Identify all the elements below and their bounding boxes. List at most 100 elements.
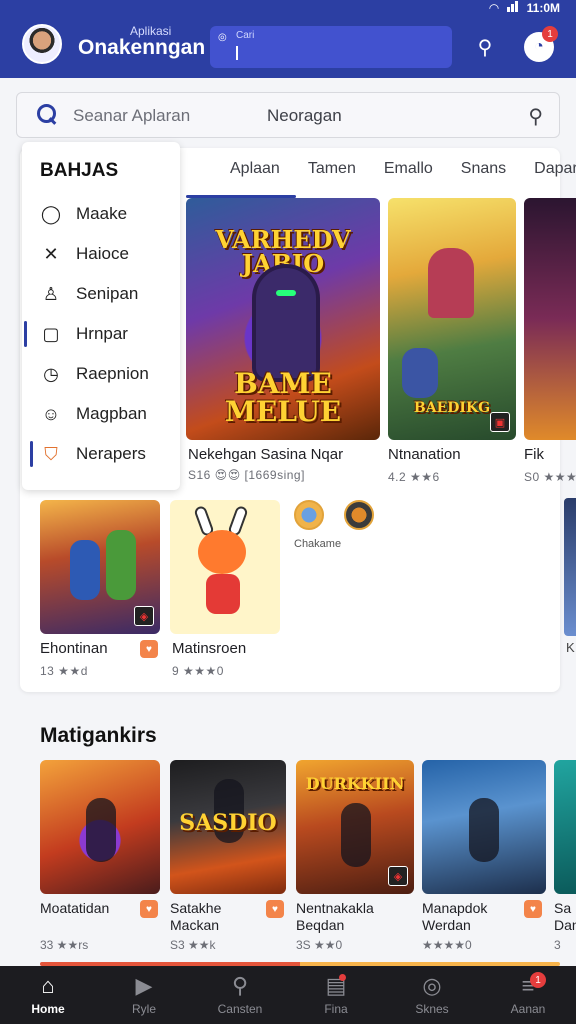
bell-icon: ◔	[534, 38, 544, 55]
nav-fina[interactable]: ▤ Fina	[288, 966, 384, 1024]
notification-badge: 1	[542, 26, 558, 42]
shield-icon: ⛉	[44, 443, 58, 464]
art-character	[402, 348, 438, 398]
wifi-icon: ◠	[489, 1, 499, 15]
signal-icon	[506, 1, 519, 15]
puzzle-icon: ✕	[43, 243, 59, 264]
nav-cansten[interactable]: ⚲ Cansten	[192, 966, 288, 1024]
app-header: ◠ 11:0M Aplikasi Onakenngan ◎ Cari ⚲ ◔ 1	[0, 0, 576, 78]
game-meta: 4.2 ★★6	[388, 470, 440, 484]
heart-icon[interactable]: ♥	[524, 900, 542, 918]
header-search-box[interactable]: ◎ Cari	[210, 26, 452, 68]
bottom-navigation: ⌂ Home ▶ Ryle ⚲ Cansten ▤ Fina ◎ Sknes 1…	[0, 966, 576, 1024]
heart-icon[interactable]: ♥	[266, 900, 284, 918]
main-search-bar[interactable]: Seanar Aplaran Neoragan ⚲	[16, 92, 560, 138]
featured-game-art[interactable]	[524, 198, 576, 440]
search-secondary-text: Neoragan	[267, 106, 342, 125]
notification-dot	[339, 974, 346, 981]
menu-item-raepnion[interactable]: ◷ Raepnion	[22, 358, 180, 390]
nav-label: Cansten	[217, 1002, 263, 1016]
app-art[interactable]	[554, 760, 576, 894]
nav-label: Sknes	[415, 1002, 449, 1016]
menu-item-label: Hrnpar	[76, 324, 128, 343]
art-character	[85, 797, 116, 862]
tab-emallo[interactable]: Emallo	[384, 160, 433, 200]
tab-aplaan[interactable]: Aplaan	[230, 160, 280, 200]
header-title: Onakenngan	[78, 36, 206, 59]
app-badge-icon: ▣	[490, 412, 510, 432]
art-text: SASDIO	[179, 810, 277, 836]
app-meta: 3	[554, 938, 561, 952]
notification-icon[interactable]: ◔ 1	[524, 26, 558, 62]
app-art[interactable]	[422, 760, 546, 894]
voice-search-icon[interactable]: ⚲	[528, 104, 543, 129]
nav-home[interactable]: ⌂ Home	[0, 966, 96, 1024]
art-character-eyes	[276, 290, 296, 296]
tab-dapar[interactable]: Dapar	[534, 160, 576, 200]
app-art[interactable]	[40, 760, 160, 894]
app-title[interactable]: Moatatidan	[40, 900, 140, 917]
app-art[interactable]	[564, 498, 576, 636]
app-art[interactable]: SASDIO	[170, 760, 286, 894]
app-badge-icon: ◈	[134, 606, 154, 626]
menu-item-label: Maake	[76, 204, 128, 223]
search-icon	[35, 102, 57, 124]
menu-item-label: Haioce	[76, 244, 129, 263]
featured-game-art[interactable]: BAEDIKG ▣	[388, 198, 516, 440]
app-meta: 9 ★★★0	[172, 664, 224, 678]
search-icon: ⚲	[231, 973, 249, 998]
nav-label: Aanan	[510, 1002, 546, 1016]
side-menu: BAHJAS ◯ Maake ✕ Haioce ♙ Senipan ▢ Hrnp…	[22, 142, 180, 490]
menu-title: BAHJAS	[40, 160, 119, 181]
menu-item-nerapers[interactable]: ⛉ Nerapers	[22, 438, 180, 470]
heart-icon[interactable]: ♥	[140, 900, 158, 918]
app-title[interactable]: Ehontinan	[40, 640, 108, 657]
nav-label: Home	[31, 1002, 65, 1016]
menu-item-senipan[interactable]: ♙ Senipan	[22, 278, 180, 310]
art-character	[206, 574, 240, 614]
featured-game-art[interactable]: VARHEDV JABIO BAME MELUE	[186, 198, 380, 440]
app-title: K	[566, 640, 575, 655]
nav-label: Ryle	[131, 1002, 156, 1016]
app-meta: S3 ★★k	[170, 938, 216, 952]
search-placeholder: Seanar Aplaran	[73, 106, 191, 125]
avatar[interactable]	[22, 24, 62, 64]
app-title[interactable]: Nentnakakla Beqdan	[296, 900, 414, 934]
app-art[interactable]	[170, 500, 280, 634]
heart-icon[interactable]: ♥	[140, 640, 158, 658]
art-bottom-text: BAME MELUE	[224, 367, 342, 428]
art-text: DURKKIIN	[305, 774, 405, 793]
app-art[interactable]: ◈	[40, 500, 160, 634]
art-character	[428, 248, 474, 318]
app-thumbnail[interactable]	[294, 500, 324, 530]
game-title[interactable]: Ntnanation	[388, 446, 461, 463]
app-title[interactable]: Manapdok Werdan	[422, 900, 518, 934]
nav-aanan[interactable]: 1 ≡ Aanan	[480, 966, 576, 1024]
selected-indicator	[24, 321, 27, 347]
app-thumbnail-label: Chakame	[294, 538, 342, 550]
play-icon: ▶	[135, 973, 153, 998]
square-icon: ▢	[42, 323, 60, 344]
menu-item-haioce[interactable]: ✕ Haioce	[22, 238, 180, 270]
art-character	[198, 530, 246, 574]
app-title[interactable]: Matinsroen	[172, 640, 246, 657]
person-icon: ♙	[42, 283, 60, 304]
search-icon[interactable]: ⚲	[470, 32, 500, 62]
menu-item-hrnpar[interactable]: ▢ Hrnpar	[22, 318, 180, 350]
menu-item-label: Nerapers	[76, 444, 146, 463]
app-title[interactable]: Sa Dan	[554, 900, 576, 934]
menu-item-maake[interactable]: ◯ Maake	[22, 198, 180, 230]
app-art[interactable]: DURKKIIN ◈	[296, 760, 414, 894]
game-title[interactable]: Fik	[524, 446, 544, 463]
app-title[interactable]: Satakhe Mackan	[170, 900, 260, 934]
nav-sknes[interactable]: ◎ Sknes	[384, 966, 480, 1024]
app-thumbnail[interactable]	[344, 500, 374, 530]
app-meta: ★★★★0	[422, 938, 472, 952]
menu-item-label: Senipan	[76, 284, 139, 303]
menu-item-magpban[interactable]: ☺ Magpban	[22, 398, 180, 430]
nav-ryle[interactable]: ▶ Ryle	[96, 966, 192, 1024]
text-caret	[236, 46, 238, 60]
game-title[interactable]: Nekehgan Sasina Nqar	[188, 446, 343, 463]
tab-tamen[interactable]: Tamen	[308, 160, 356, 200]
tab-snans[interactable]: Snans	[461, 160, 506, 200]
